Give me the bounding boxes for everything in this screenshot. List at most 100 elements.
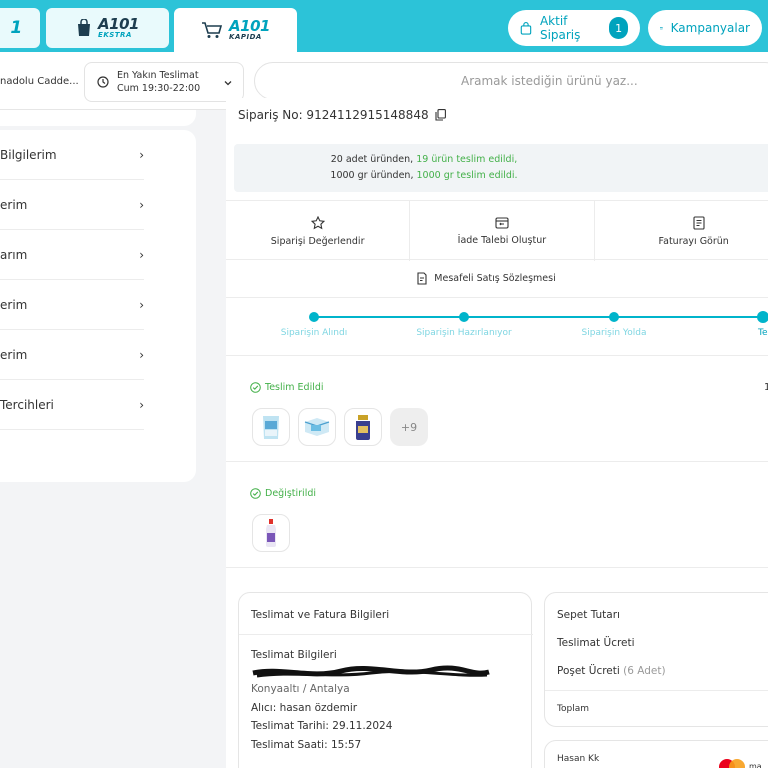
chevron-right-icon: ›: [139, 197, 144, 212]
card-brand-text: ma: [749, 762, 762, 768]
view-invoice-label: Faturayı Görün: [658, 235, 729, 247]
tab-a101-ekstra[interactable]: A101 EKSTRA: [46, 8, 169, 48]
active-orders-button[interactable]: Aktif Sipariş 1: [508, 10, 640, 46]
chevron-right-icon: ›: [139, 147, 144, 162]
active-orders-label: Aktif Sipariş: [539, 14, 581, 42]
sidebar-item-label: erim: [0, 197, 28, 212]
sidebar-item-preferences[interactable]: Tercihleri ›: [0, 380, 144, 430]
app-root: 1 A101 EKSTRA A101 KAPIDA Aktif Sipariş …: [0, 0, 768, 768]
progress-line: [314, 316, 768, 318]
delivery-recipient: Alıcı: hasan özdemir: [251, 702, 358, 714]
delivery-subtitle: Teslimat Bilgileri: [251, 649, 337, 661]
order-summary-card: Sepet Tutarı Teslimat Ücreti Poşet Ücret…: [544, 592, 768, 727]
shipping-fee-label: Teslimat Ücreti: [557, 637, 635, 649]
distance-sales-contract-link[interactable]: Mesafeli Satış Sözleşmesi: [226, 260, 768, 298]
bag-icon: [520, 21, 532, 35]
progress-step-dot-2: [459, 312, 469, 322]
product-thumbnail[interactable]: [298, 408, 336, 446]
more-products-button[interactable]: +9: [390, 408, 428, 446]
product-thumbnail[interactable]: [344, 408, 382, 446]
return-request-label: İade Talebi Oluştur: [457, 235, 547, 246]
copy-icon[interactable]: [435, 109, 446, 121]
order-actions: Siparişi Değerlendir İade Talebi Oluştur…: [226, 200, 768, 261]
order-progress-tracker: Siparişin Alındı Siparişin Hazırlanıyor …: [226, 298, 768, 356]
progress-step-label-3: Siparişin Yolda: [581, 328, 647, 338]
top-header: 1 A101 EKSTRA A101 KAPIDA Aktif Sipariş …: [0, 0, 768, 52]
delivery-time-info: Teslimat Saati: 15:57: [251, 739, 362, 751]
sidebar-top-card: [0, 110, 196, 126]
sidebar-item-3[interactable]: arım ›: [0, 230, 144, 280]
chevron-down-icon: [224, 81, 232, 86]
order-number-label: Sipariş No: 9124112915148848: [238, 108, 429, 122]
delivery-summary-box: 20 adet üründen, 19 ürün teslim edildi, …: [234, 144, 768, 192]
progress-step-dot-1: [309, 312, 319, 322]
invoice-icon: [692, 215, 705, 230]
delivered-products-group: Teslim Edildi 1 +9: [226, 356, 768, 462]
sidebar-item-label: arım: [0, 247, 28, 262]
tab-a101-kapida[interactable]: A101 KAPIDA: [174, 8, 297, 52]
rate-order-label: Siparişi Değerlendir: [270, 235, 365, 247]
view-invoice-button[interactable]: Faturayı Görün: [595, 201, 768, 261]
rate-order-button[interactable]: Siparişi Değerlendir: [226, 201, 411, 261]
product-thumbnail[interactable]: [252, 514, 290, 552]
sidebar-item-2[interactable]: erim ›: [0, 180, 144, 230]
sidebar-item-5[interactable]: erim ›: [0, 330, 144, 380]
card-holder-name: Hasan Kk: [557, 754, 600, 764]
product-thumbnail[interactable]: [252, 408, 290, 446]
account-sidebar: Bilgilerim › erim › arım › erim › erim ›…: [0, 130, 196, 482]
address-selector[interactable]: nadolu Cadde...: [0, 76, 79, 87]
tab-kapida-label: A101: [229, 17, 270, 35]
tab-a101-partial[interactable]: 1: [0, 8, 40, 48]
progress-step-label-1: Siparişin Alındı: [280, 328, 348, 338]
tab-ekstra-label: A101: [98, 15, 139, 33]
info-line1-highlight: 19 ürün teslim edildi,: [416, 154, 518, 165]
payment-card: Hasan Kk ma: [544, 740, 768, 768]
campaigns-label: Kampanyalar: [670, 21, 750, 35]
sidebar-item-label: Tercihleri: [0, 397, 54, 412]
product-jar-image: [356, 415, 370, 440]
clock-icon: [97, 76, 109, 88]
progress-step-label-4: Teslim E: [758, 328, 768, 338]
mastercard-logo: ma: [719, 759, 762, 768]
info-line2-highlight: 1000 gr teslim edildi.: [416, 170, 518, 181]
tab-ekstra-sublabel: EKSTRA: [98, 31, 132, 39]
info-line1-prefix: 20 adet üründen,: [330, 154, 414, 165]
delivered-label: Teslim Edildi: [265, 382, 324, 393]
sidebar-item-info[interactable]: Bilgilerim ›: [0, 130, 144, 180]
chevron-right-icon: ›: [139, 247, 144, 262]
redacted-address-scribble: [252, 665, 490, 678]
progress-step-dot-3: [609, 312, 619, 322]
progress-step-dot-4: [757, 311, 768, 323]
campaigns-button[interactable]: Kampanyalar: [648, 10, 762, 46]
shopping-bag-icon: [78, 19, 91, 36]
delivery-date: Teslimat Tarihi: 29.11.2024: [251, 720, 393, 732]
changed-status: Değiştirildi: [250, 488, 316, 499]
progress-step-label-2: Siparişin Hazırlanıyor: [416, 328, 512, 338]
tab-a101-partial-label: 1: [10, 17, 22, 38]
star-icon: [310, 215, 325, 229]
delivery-time: Cum 19:30-22:00: [117, 83, 201, 94]
delivery-district: Konyaaltı / Antalya: [251, 683, 350, 695]
chevron-right-icon: ›: [139, 347, 144, 362]
delivered-count-partial: 1: [764, 382, 768, 393]
chevron-right-icon: ›: [139, 397, 144, 412]
search-input[interactable]: Aramak istediğin ürünü yaz...: [254, 62, 768, 100]
bag-fee-row: Poşet Ücreti (6 Adet): [557, 665, 666, 677]
basket-total-label: Sepet Tutarı: [557, 609, 620, 621]
delivery-card-title: Teslimat ve Fatura Bilgileri: [251, 609, 390, 621]
sidebar-item-4[interactable]: erim ›: [0, 280, 144, 330]
delivery-invoice-card: Teslimat ve Fatura Bilgileri Teslimat Bi…: [238, 592, 533, 768]
total-label: Toplam: [557, 704, 589, 714]
bag-fee-label: Poşet Ücreti: [557, 665, 620, 677]
info-line2-prefix: 1000 gr üründen,: [330, 170, 414, 181]
changed-products-group: Değiştirildi: [226, 462, 768, 568]
delivery-time-selector[interactable]: En Yakın Teslimat Cum 19:30-22:00: [84, 62, 244, 102]
a101-kapida-logo: A101 KAPIDA: [229, 19, 270, 41]
document-edit-icon: [417, 272, 427, 285]
a101-ekstra-logo: A101 EKSTRA: [98, 17, 139, 39]
gift-icon: [660, 27, 663, 30]
return-request-button[interactable]: İade Talebi Oluştur: [410, 201, 595, 261]
changed-label: Değiştirildi: [265, 488, 316, 499]
contract-label: Mesafeli Satış Sözleşmesi: [434, 273, 556, 284]
product-bottle-image: [266, 519, 276, 547]
